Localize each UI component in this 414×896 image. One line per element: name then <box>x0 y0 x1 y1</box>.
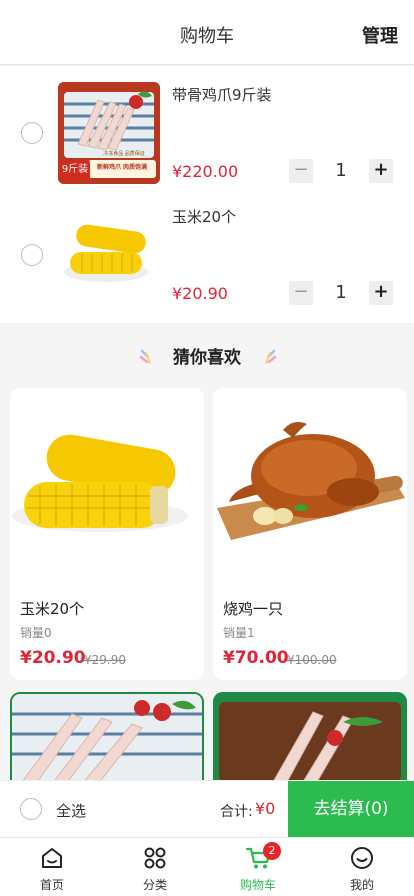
profile-icon <box>351 847 373 869</box>
item-name: 玉米20个 <box>172 208 237 226</box>
chicken-feet-product-image <box>213 692 407 782</box>
product-name: 玉米20个 <box>20 600 85 618</box>
product-card[interactable] <box>213 692 407 782</box>
product-price: ¥70.00 <box>223 648 289 668</box>
select-all-checkbox[interactable] <box>20 798 42 820</box>
product-name: 烧鸡一只 <box>223 600 284 618</box>
tab-category[interactable]: 分类 <box>115 838 195 896</box>
product-thumbnail-chicken-feet[interactable]: 冷冻食品 品质保证 新鲜鸡爪 肉质饱满 9斤装 <box>58 82 160 184</box>
chicken-feet-product-image <box>12 694 202 780</box>
tab-bar: 首页 分类 2 购物车 我的 <box>0 837 414 896</box>
item-checkbox[interactable] <box>21 244 43 266</box>
product-card[interactable]: 烧鸡一只 销量1 ¥70.00 ¥100.00 <box>213 388 407 680</box>
product-price: ¥20.90 <box>20 648 86 668</box>
decrease-button[interactable]: − <box>289 159 313 183</box>
quantity-stepper: − 1 + <box>289 159 393 183</box>
total-value: ¥0 <box>255 799 276 818</box>
header: 购物车 管理 <box>0 0 414 65</box>
manage-button[interactable]: 管理 <box>362 22 398 48</box>
quantity-stepper: − 1 + <box>289 281 393 305</box>
item-name: 带骨鸡爪9斤装 <box>172 86 272 104</box>
product-original-price: ¥29.90 <box>84 653 126 667</box>
tab-label: 首页 <box>39 878 64 892</box>
quantity-value[interactable]: 1 <box>319 281 363 305</box>
thumb-strip: 冷冻食品 品质保证 <box>103 151 145 157</box>
product-card[interactable]: 玉米20个 销量0 ¥20.90 ¥29.90 <box>10 388 204 680</box>
cart-item: 玉米20个 ¥20.90 − 1 + <box>0 188 414 308</box>
tab-label: 购物车 <box>239 878 276 892</box>
item-checkbox[interactable] <box>21 122 43 144</box>
sparkle-left-icon <box>139 349 151 364</box>
recommend-heading: 猜你喜欢 <box>0 343 414 373</box>
decrease-button[interactable]: − <box>289 281 313 305</box>
tab-label: 我的 <box>349 878 374 892</box>
checkout-button[interactable]: 去结算(0) <box>288 781 414 838</box>
total-label: 合计: <box>220 804 253 820</box>
home-icon <box>42 848 62 868</box>
page-title: 购物车 <box>180 26 234 47</box>
tab-label: 分类 <box>142 878 167 892</box>
item-price: ¥20.90 <box>172 284 228 303</box>
corn-product-image <box>10 388 204 588</box>
cart-list: 冷冻食品 品质保证 新鲜鸡爪 肉质饱满 9斤装 带骨鸡爪9斤装 ¥220.00 … <box>0 66 414 323</box>
increase-button[interactable]: + <box>369 159 393 183</box>
corn-image <box>64 224 148 282</box>
product-sales: 销量1 <box>223 626 255 640</box>
roast-chicken-image <box>213 388 407 588</box>
cart-count-badge: 2 <box>263 842 281 860</box>
cart-item: 冷冻食品 品质保证 新鲜鸡爪 肉质饱满 9斤装 带骨鸡爪9斤装 ¥220.00 … <box>0 66 414 186</box>
tab-profile[interactable]: 我的 <box>322 838 402 896</box>
product-card[interactable] <box>10 692 204 782</box>
product-original-price: ¥100.00 <box>287 653 337 667</box>
tab-cart[interactable]: 2 购物车 <box>218 838 298 896</box>
item-price: ¥220.00 <box>172 162 239 181</box>
product-thumbnail-corn[interactable] <box>58 204 160 306</box>
weight-badge: 9斤装 <box>60 160 90 180</box>
quantity-value[interactable]: 1 <box>319 159 363 183</box>
checkout-bar: 全选 合计: ¥0 去结算(0) <box>0 780 414 838</box>
product-sales: 销量0 <box>20 626 52 640</box>
recommend-title: 猜你喜欢 <box>173 348 241 368</box>
thumb-banner: 新鲜鸡爪 肉质饱满 <box>96 164 148 171</box>
category-icon <box>144 847 166 869</box>
increase-button[interactable]: + <box>369 281 393 305</box>
sparkle-right-icon <box>265 349 277 364</box>
select-all-label[interactable]: 全选 <box>56 800 86 821</box>
tab-home[interactable]: 首页 <box>12 838 92 896</box>
